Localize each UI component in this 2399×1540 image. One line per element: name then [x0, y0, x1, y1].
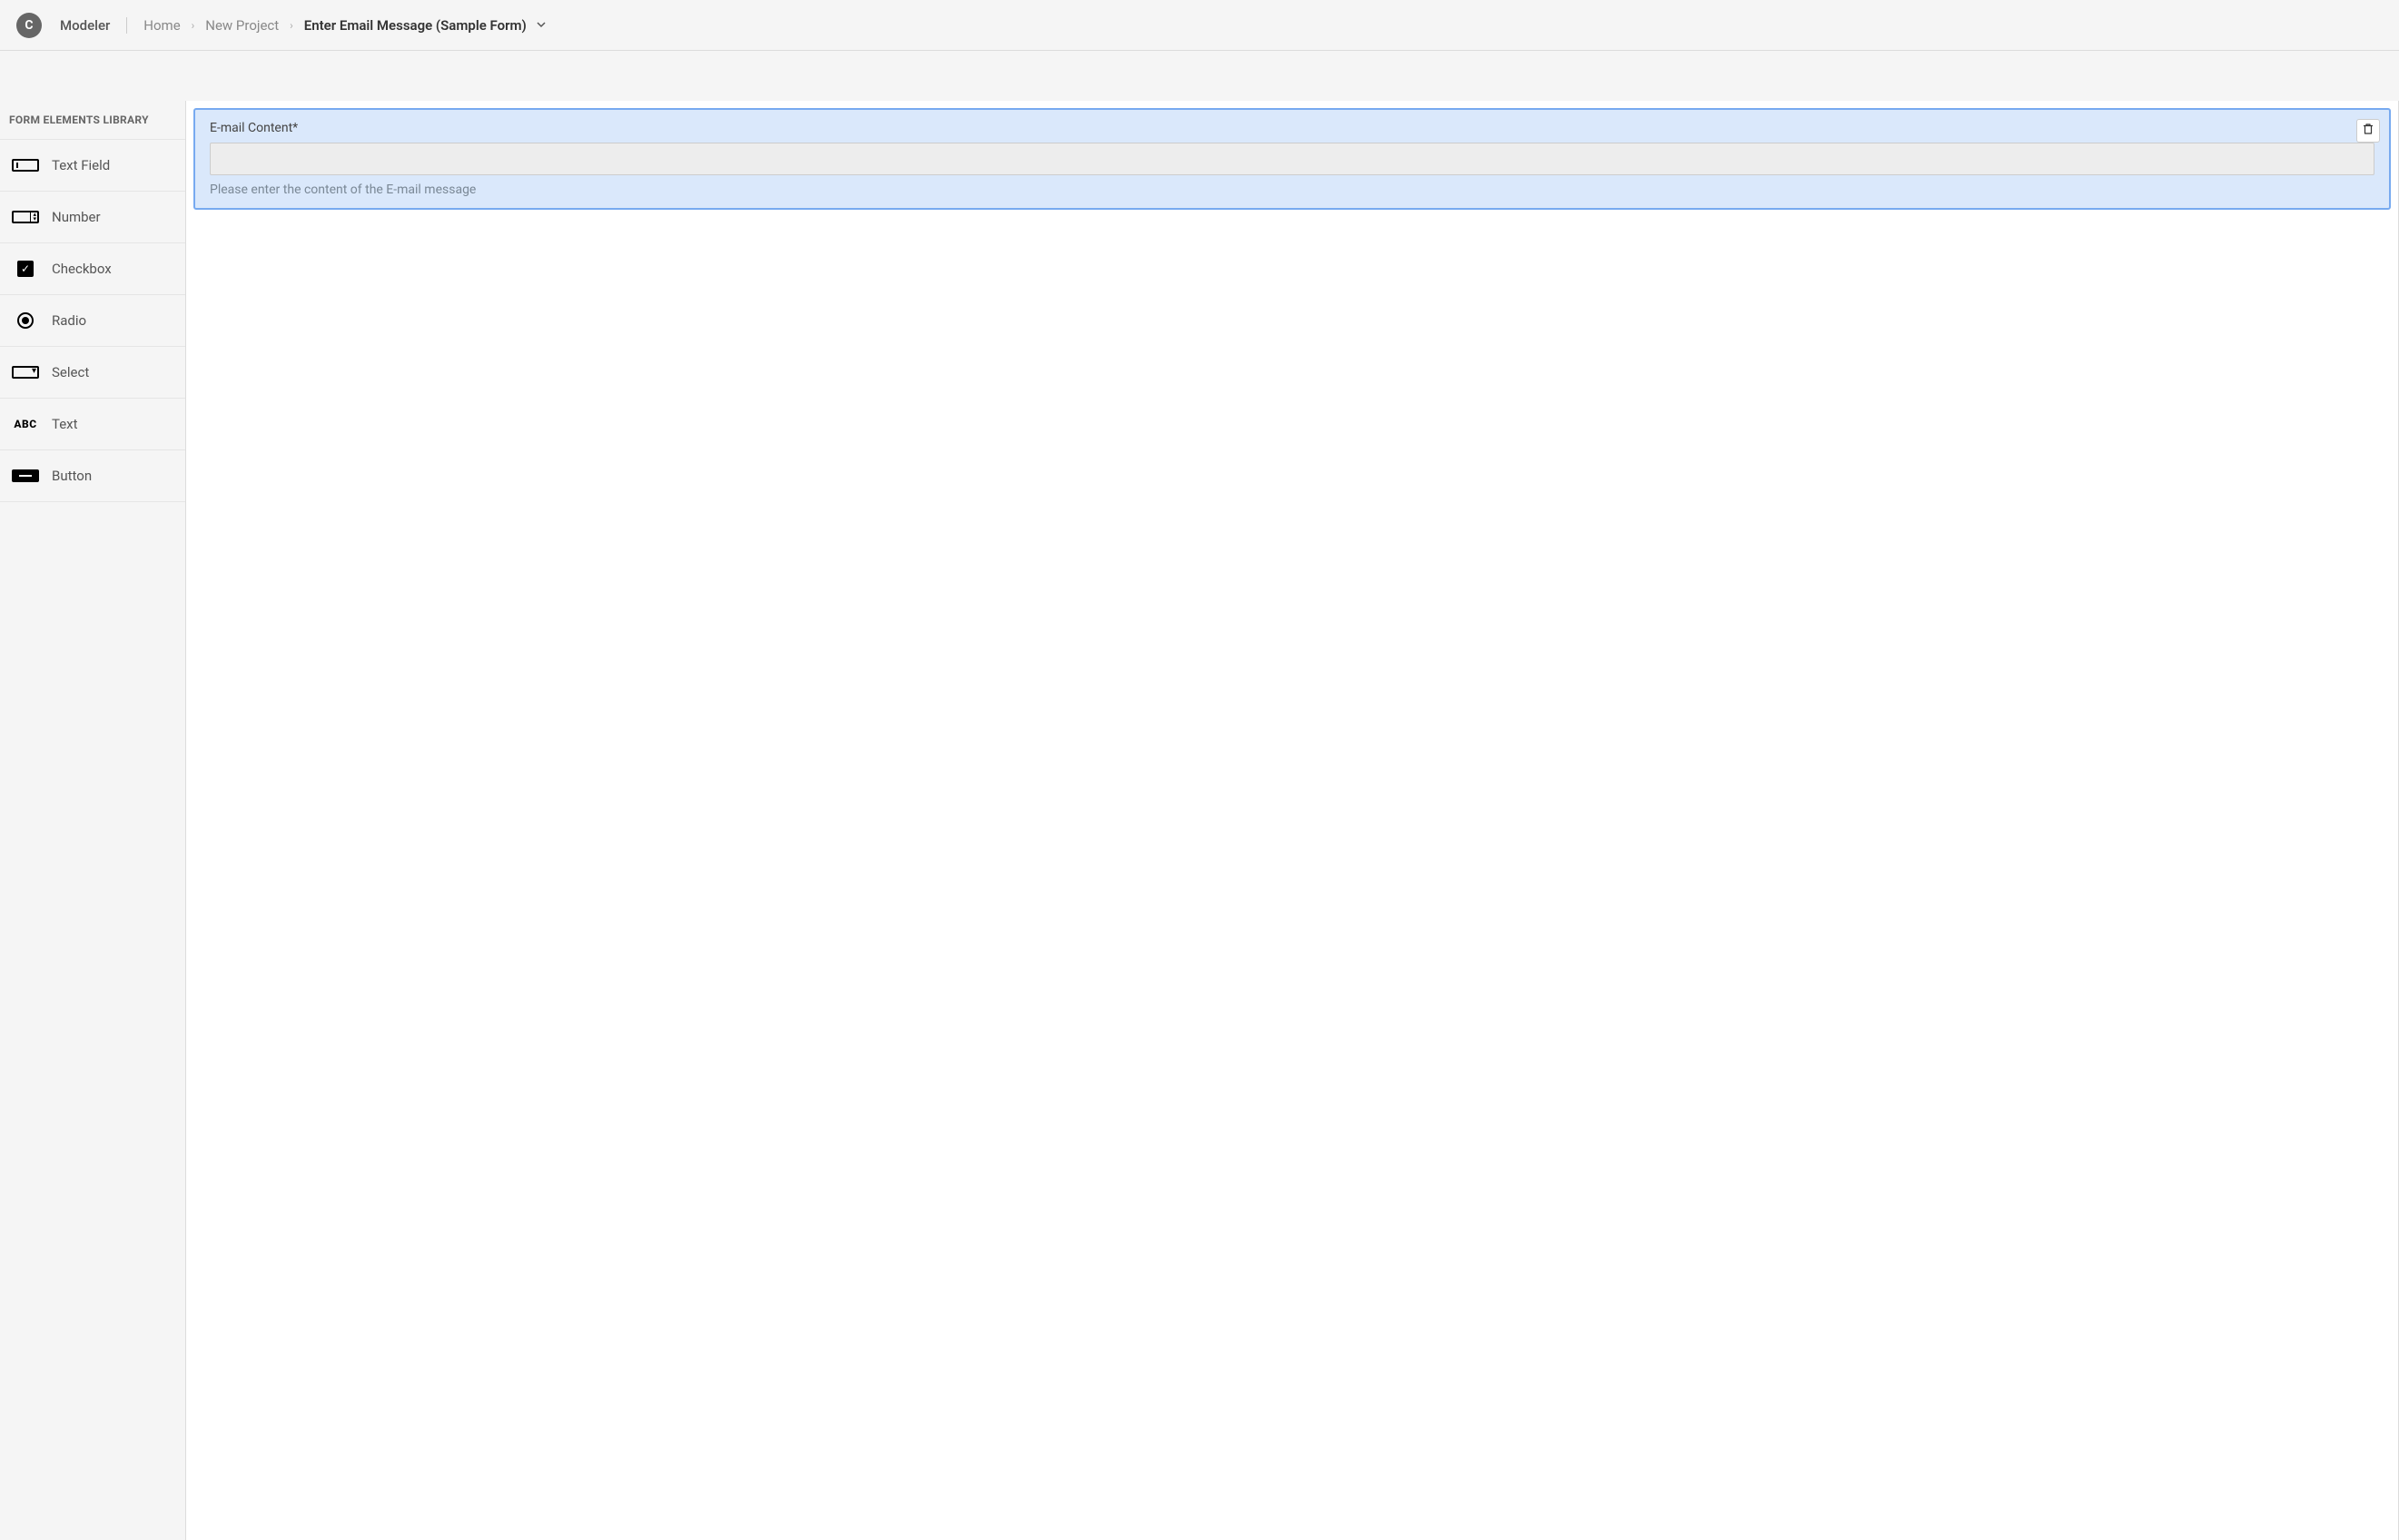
sidebar-title: FORM ELEMENTS LIBRARY [0, 101, 185, 139]
library-item-label: Button [52, 468, 92, 484]
number-icon: ▴▾ [11, 208, 40, 226]
app-header: C Modeler Home › New Project › Enter Ema… [0, 0, 2399, 51]
library-item-label: Checkbox [52, 261, 112, 277]
library-item-checkbox[interactable]: ✓ Checkbox [0, 242, 185, 294]
library-item-label: Radio [52, 312, 86, 329]
trash-icon [2362, 123, 2374, 139]
library-item-textfield[interactable]: Text Field [0, 139, 185, 191]
library-item-text[interactable]: ABC Text [0, 398, 185, 449]
radio-icon [11, 311, 40, 330]
breadcrumb-current[interactable]: Enter Email Message (Sample Form) [304, 17, 527, 34]
library-item-label: Number [52, 209, 101, 225]
chevron-down-icon[interactable] [536, 17, 547, 34]
breadcrumb-home[interactable]: Home [143, 17, 180, 34]
library-item-radio[interactable]: Radio [0, 294, 185, 346]
textfield-icon [11, 156, 40, 174]
library-item-number[interactable]: ▴▾ Number [0, 191, 185, 242]
library-item-button[interactable]: Button [0, 449, 185, 502]
chevron-right-icon: › [192, 19, 195, 32]
checkbox-icon: ✓ [11, 260, 40, 278]
app-name: Modeler [60, 17, 127, 34]
delete-element-button[interactable] [2356, 119, 2380, 143]
text-icon: ABC [11, 415, 40, 433]
breadcrumb: Home › New Project › Enter Email Message… [143, 17, 547, 34]
library-item-label: Text [52, 416, 78, 432]
field-label: E-mail Content* [210, 121, 2374, 135]
field-hint: Please enter the content of the E-mail m… [210, 183, 2374, 197]
library-item-label: Select [52, 364, 89, 380]
email-content-input[interactable] [210, 143, 2374, 175]
button-icon [11, 467, 40, 485]
select-icon [11, 363, 40, 381]
chevron-right-icon: › [290, 19, 293, 32]
library-item-label: Text Field [52, 157, 110, 173]
form-element-email-content[interactable]: E-mail Content* Please enter the content… [193, 108, 2391, 210]
app-logo-icon: C [16, 13, 42, 38]
library-item-select[interactable]: Select [0, 346, 185, 398]
form-canvas[interactable]: E-mail Content* Please enter the content… [186, 101, 2399, 1540]
elements-library-sidebar: FORM ELEMENTS LIBRARY Text Field ▴▾ Numb… [0, 101, 186, 1540]
main-layout: FORM ELEMENTS LIBRARY Text Field ▴▾ Numb… [0, 51, 2399, 1540]
breadcrumb-project[interactable]: New Project [205, 17, 279, 34]
